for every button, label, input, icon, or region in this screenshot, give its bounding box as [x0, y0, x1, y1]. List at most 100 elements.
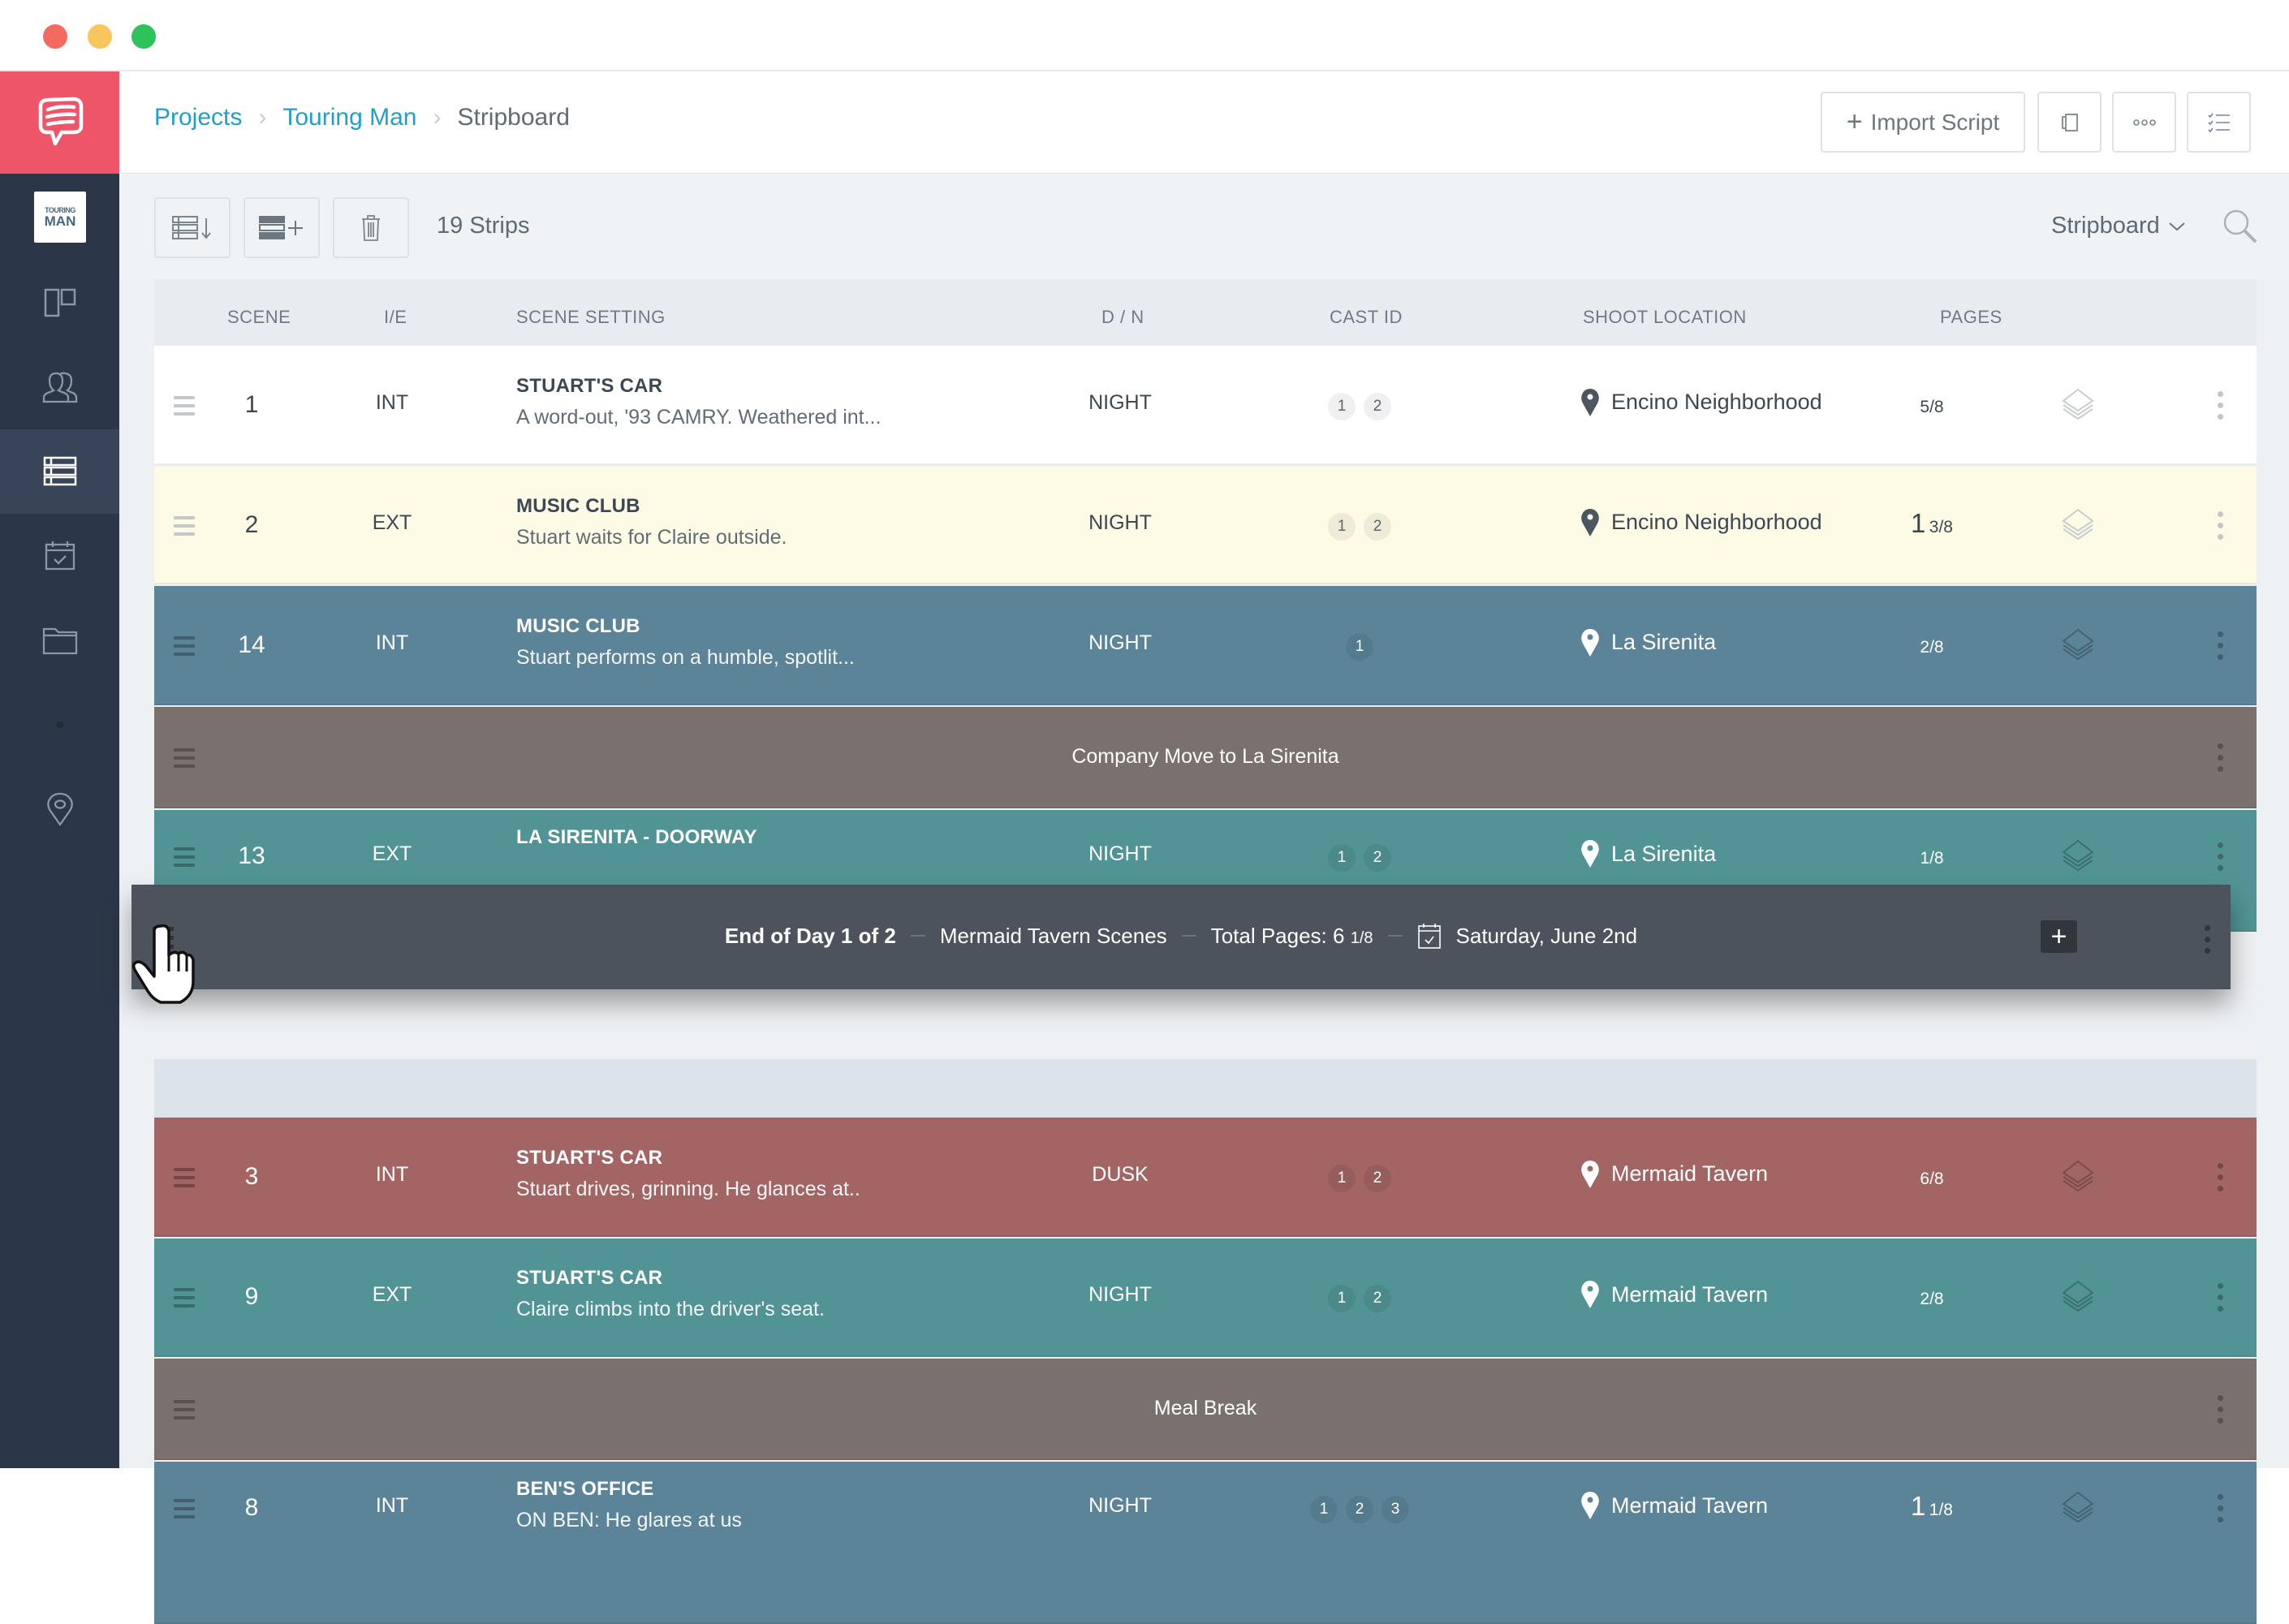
- scene-strip[interactable]: 3 INT STUART'S CAR Stuart drives, grinning.…: [154, 1118, 2257, 1237]
- more-options-button[interactable]: [2112, 92, 2176, 153]
- cast-id-badge[interactable]: 2: [1346, 1496, 1373, 1523]
- more-vertical-icon[interactable]: [2205, 925, 2210, 954]
- int-ext: INT: [375, 390, 409, 414]
- more-vertical-icon[interactable]: [2218, 1283, 2226, 1317]
- scene-setting: STUART'S CAR A word-out, '93 CAMRY. Weath…: [516, 375, 1084, 429]
- more-vertical-icon[interactable]: [2218, 743, 2226, 778]
- add-to-day-button[interactable]: +: [2041, 920, 2077, 953]
- shoot-location[interactable]: Mermaid Tavern: [1580, 1491, 1768, 1520]
- col-dn[interactable]: D / N: [1101, 307, 1144, 328]
- cast-id-badge[interactable]: 1: [1328, 1164, 1356, 1192]
- import-script-button[interactable]: + Import Script: [1821, 92, 2025, 153]
- col-scene[interactable]: SCENE: [227, 307, 291, 328]
- minimize-window-button[interactable]: [88, 24, 112, 49]
- total-pages: Total Pages: 6 1/8: [1210, 923, 1373, 948]
- cast-id-badge[interactable]: 2: [1364, 1164, 1391, 1192]
- page-count: 1 3/8: [1883, 508, 1981, 539]
- brand-logo[interactable]: [0, 71, 119, 174]
- col-pages[interactable]: PAGES: [1940, 307, 2002, 328]
- sort-strips-icon: [172, 215, 211, 239]
- banner-strip[interactable]: Company Move to La Sirenita: [154, 707, 2257, 808]
- drag-handle-icon[interactable]: [174, 1167, 195, 1192]
- shoot-location[interactable]: Mermaid Tavern: [1580, 1280, 1768, 1309]
- layers-icon[interactable]: [2058, 1488, 2098, 1528]
- project-logo[interactable]: TOURING MAN: [34, 192, 86, 243]
- scene-strip[interactable]: 14 INT MUSIC CLUB Stuart performs on a humb…: [154, 586, 2257, 705]
- more-icon: [2132, 118, 2156, 126]
- cast-id-badge[interactable]: 2: [1364, 1285, 1391, 1312]
- breadcrumb-projects[interactable]: Projects: [154, 104, 242, 131]
- more-vertical-icon[interactable]: [2218, 1494, 2226, 1528]
- col-scene-setting[interactable]: SCENE SETTING: [516, 307, 666, 328]
- page-count: 5/8: [1883, 388, 1981, 419]
- sidebar-item-stripboard[interactable]: [0, 429, 119, 514]
- drag-handle-icon[interactable]: [174, 847, 195, 872]
- cast-id-badge[interactable]: 1: [1328, 1285, 1356, 1312]
- scene-setting: BEN'S OFFICE ON BEN: He glares at us: [516, 1478, 1084, 1532]
- sidebar-item-files[interactable]: [0, 598, 119, 683]
- breadcrumb-project[interactable]: Touring Man: [282, 104, 416, 131]
- cast-id-badge[interactable]: 3: [1382, 1496, 1409, 1523]
- more-vertical-icon[interactable]: [2218, 631, 2226, 666]
- drag-handle-icon[interactable]: [174, 1288, 195, 1312]
- sidebar-item-cast[interactable]: [0, 345, 119, 429]
- more-vertical-icon[interactable]: [2218, 1162, 2226, 1197]
- cast-id-badge[interactable]: 1: [1328, 844, 1356, 872]
- more-vertical-icon[interactable]: [2218, 510, 2226, 545]
- cast-id-badge[interactable]: 2: [1364, 512, 1391, 541]
- separator: [1181, 935, 1196, 937]
- shoot-location[interactable]: Encino Neighborhood: [1580, 388, 1822, 417]
- scene-description: Stuart waits for Claire outside.: [516, 525, 787, 549]
- sidebar-item-calendar[interactable]: [0, 514, 119, 598]
- shoot-location[interactable]: Mermaid Tavern: [1580, 1160, 1768, 1189]
- banner-strip[interactable]: Meal Break: [154, 1359, 2257, 1460]
- sidebar-item-locations[interactable]: [0, 767, 119, 851]
- cast-id-badge[interactable]: 1: [1328, 512, 1356, 541]
- col-cast-id[interactable]: CAST ID: [1330, 307, 1403, 328]
- sort-strips-button[interactable]: [154, 197, 231, 258]
- search-icon[interactable]: [2220, 206, 2261, 247]
- panels-button[interactable]: [2037, 92, 2101, 153]
- day-night: NIGHT: [1088, 390, 1152, 414]
- scene-strip[interactable]: 1 INT STUART'S CAR A word-out, '93 CAMRY. W…: [154, 346, 2257, 465]
- more-vertical-icon[interactable]: [2218, 1394, 2226, 1429]
- pages-fraction: 5/8: [1920, 397, 1944, 416]
- cast-id-badge[interactable]: 1: [1310, 1496, 1338, 1523]
- location-pin-icon: [46, 792, 73, 826]
- cast-id-badge[interactable]: 2: [1364, 844, 1391, 872]
- maximize-window-button[interactable]: [131, 24, 156, 49]
- layers-icon[interactable]: [2058, 836, 2098, 877]
- more-vertical-icon[interactable]: [2218, 842, 2226, 877]
- scene-strip[interactable]: 9 EXT STUART'S CAR Claire climbs into the d…: [154, 1238, 2257, 1357]
- checklist-button[interactable]: [2187, 92, 2251, 153]
- add-strip-button[interactable]: [244, 197, 320, 258]
- cast-id-badge[interactable]: 1: [1346, 632, 1373, 661]
- location-name: Mermaid Tavern: [1611, 1282, 1769, 1307]
- close-window-button[interactable]: [43, 24, 67, 49]
- layers-icon[interactable]: [2058, 385, 2098, 425]
- col-shoot-location[interactable]: SHOOT LOCATION: [1583, 307, 1747, 328]
- day-night: NIGHT: [1088, 1494, 1152, 1517]
- cast-id-badge[interactable]: 1: [1328, 392, 1356, 420]
- layers-icon[interactable]: [2058, 1157, 2098, 1197]
- layers-icon[interactable]: [2058, 625, 2098, 666]
- layers-icon[interactable]: [2058, 505, 2098, 545]
- cast-id-badge[interactable]: 2: [1364, 392, 1391, 420]
- view-select[interactable]: Stripboard: [2051, 213, 2186, 239]
- drag-handle-icon[interactable]: [174, 515, 195, 541]
- delete-strip-button[interactable]: [333, 197, 409, 258]
- shoot-location[interactable]: La Sirenita: [1580, 628, 1716, 657]
- scene-strip[interactable]: 8 INT BEN'S OFFICE ON BEN: He glares at us N…: [154, 1462, 2257, 1624]
- sidebar-item-board[interactable]: [0, 261, 119, 345]
- col-ie[interactable]: I/E: [384, 307, 407, 328]
- shoot-location[interactable]: Encino Neighborhood: [1580, 508, 1822, 537]
- shoot-location[interactable]: La Sirenita: [1580, 839, 1716, 868]
- drag-handle-icon[interactable]: [174, 395, 195, 420]
- drag-handle-icon[interactable]: [174, 1499, 195, 1523]
- drag-handle-icon[interactable]: [174, 635, 195, 661]
- layers-icon[interactable]: [2058, 1277, 2098, 1317]
- more-vertical-icon[interactable]: [2218, 390, 2226, 425]
- dragging-day-break-strip[interactable]: End of Day 1 of 2 Mermaid Tavern Scenes …: [131, 885, 2231, 989]
- scene-strip[interactable]: 2 EXT MUSIC CLUB Stuart waits for Claire ou…: [154, 467, 2257, 584]
- pages-fraction: 1/8: [1929, 1501, 1953, 1519]
